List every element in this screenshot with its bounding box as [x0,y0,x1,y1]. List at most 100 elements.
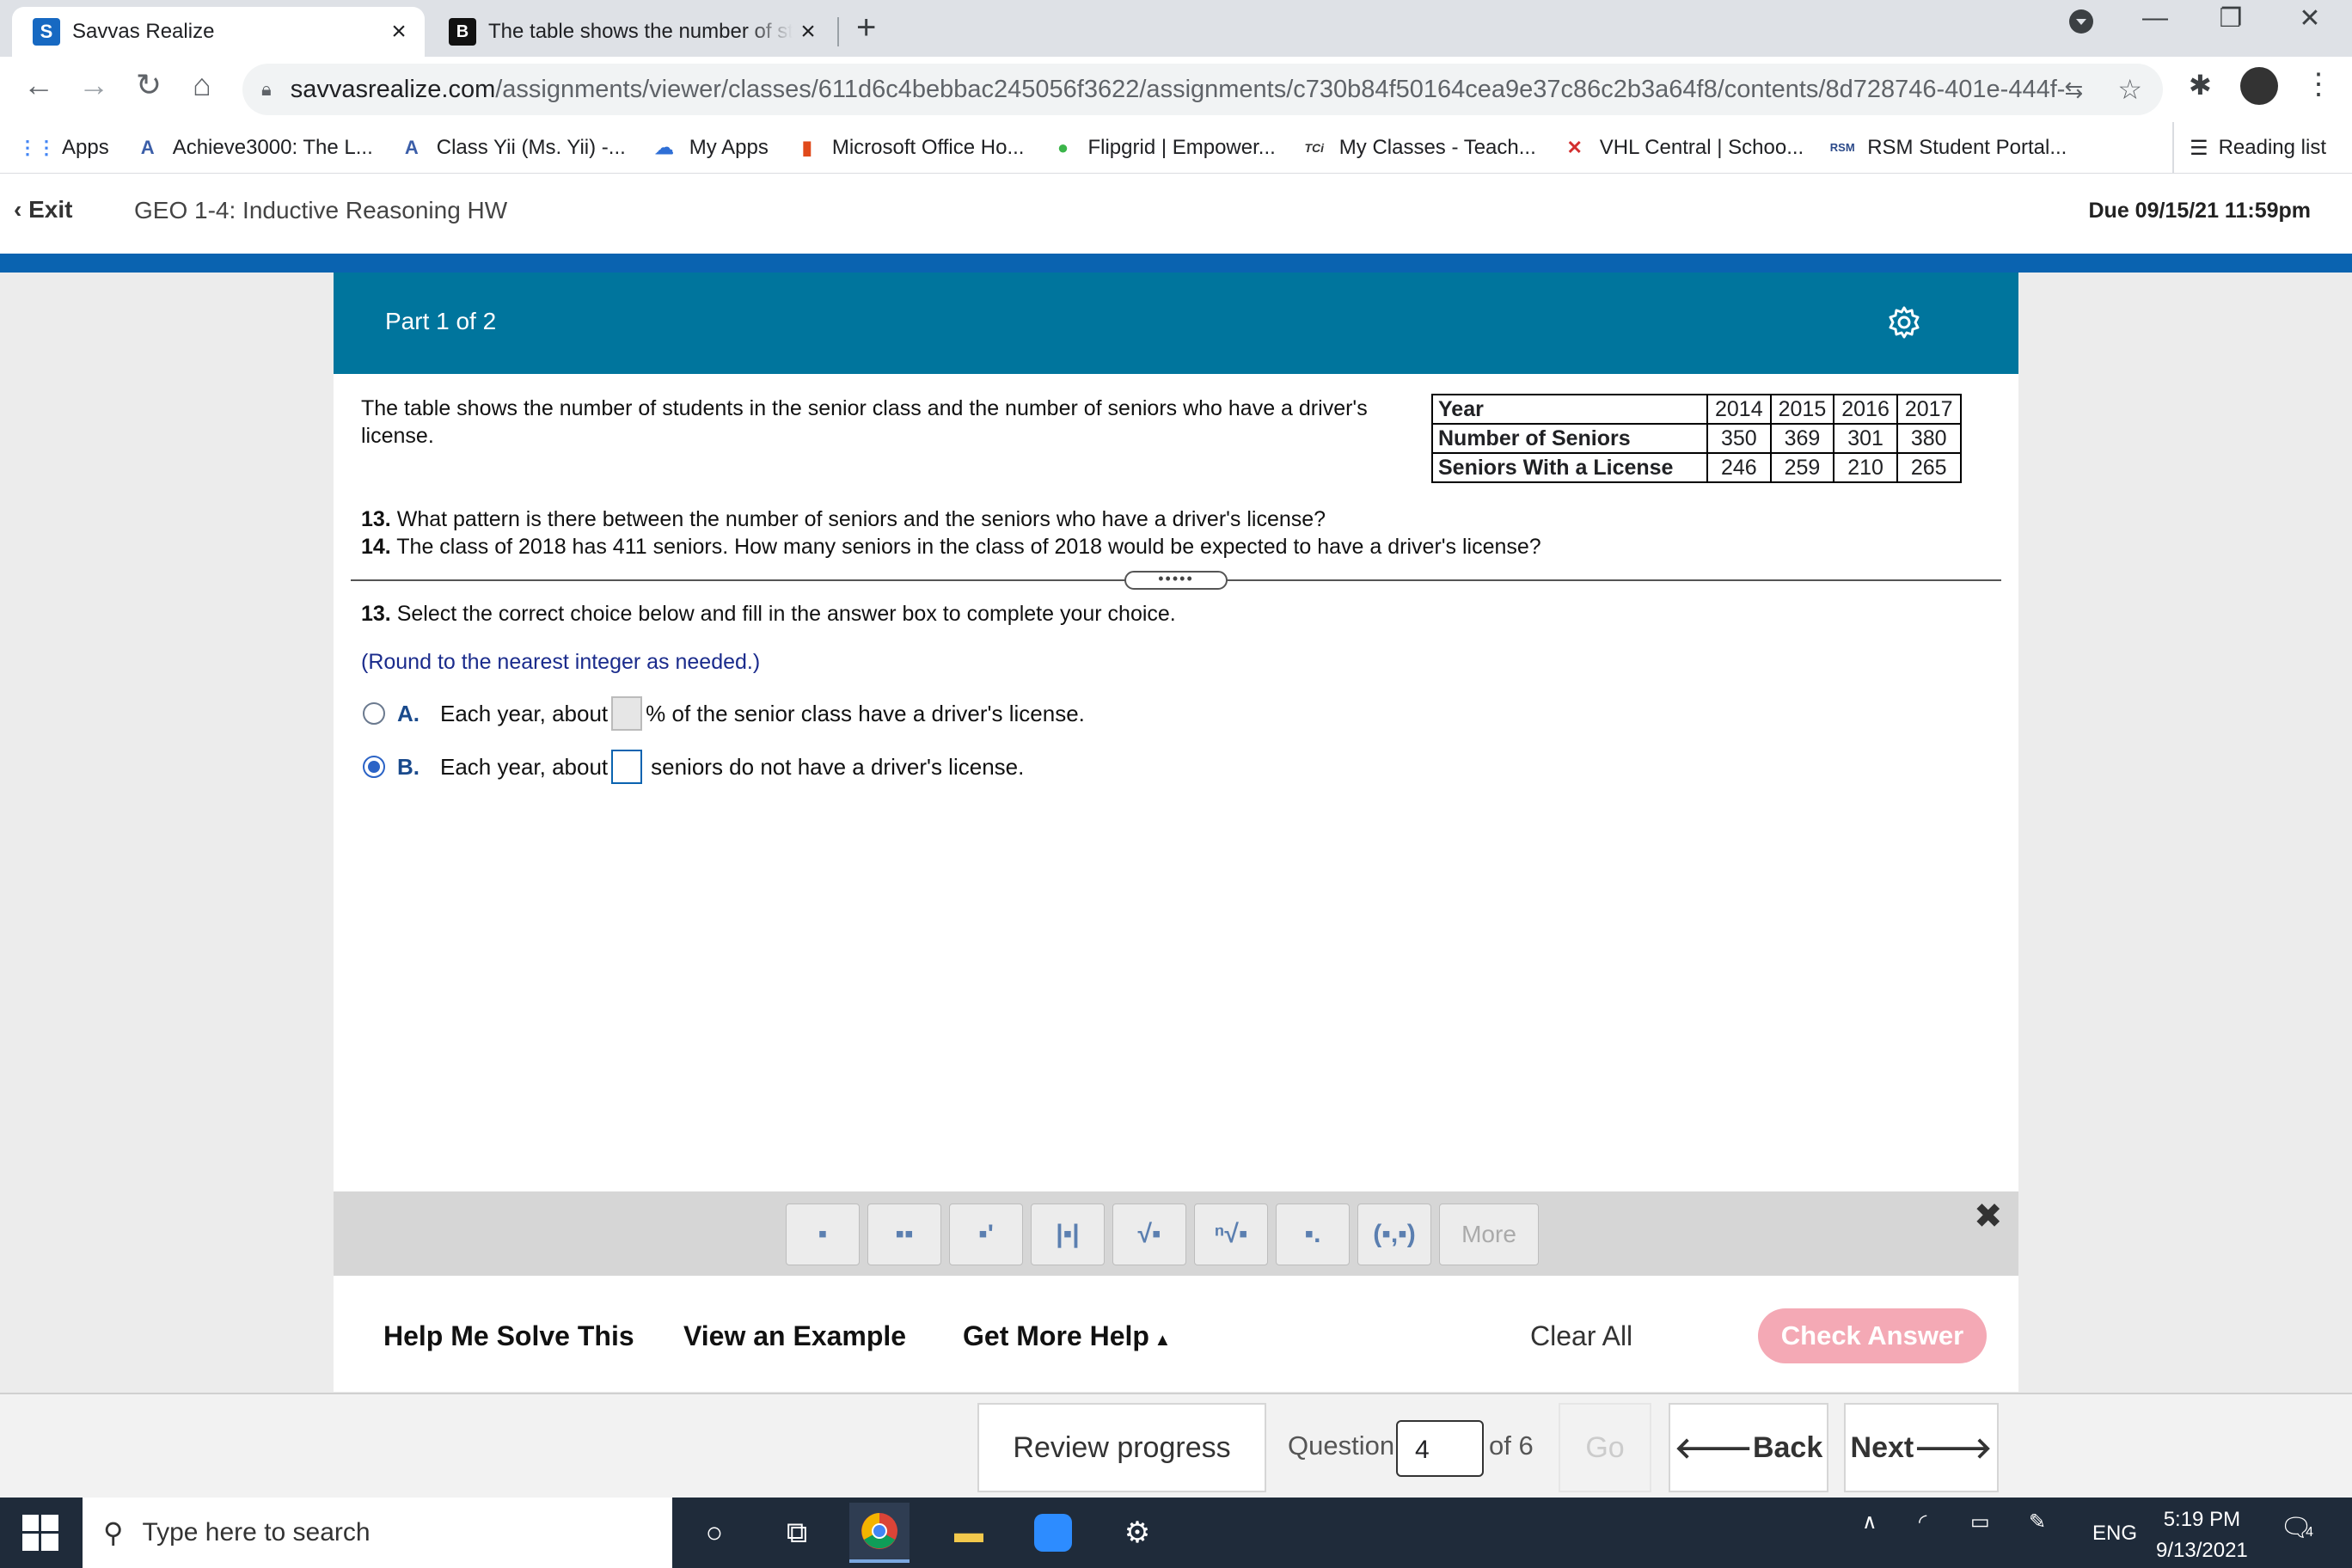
view-example-button[interactable]: View an Example [683,1320,906,1352]
settings-gear-icon[interactable] [1886,304,1922,340]
bookmark-label: Class Yii (Ms. Yii) -... [436,135,626,159]
close-tab-icon[interactable]: × [383,17,414,46]
question-number: 13. [361,602,391,626]
table-cell: 2016 [1833,394,1898,425]
mixed-number-tool-icon[interactable]: ▪▪ [867,1204,941,1265]
bookmark-tci[interactable]: TCi My Classes - Teach... [1302,135,1536,161]
restore-icon[interactable]: ❐ [2194,3,2268,34]
ordered-pair-tool-icon[interactable]: (▪,▪) [1357,1204,1431,1265]
home-icon[interactable]: ⌂ [181,67,224,103]
forward-arrow-icon[interactable]: → [72,67,115,103]
absolute-value-tool-icon[interactable]: |▪| [1031,1204,1105,1265]
file-explorer-icon[interactable]: ▬ [939,1503,999,1563]
bookmark-office[interactable]: ▮ Microsoft Office Ho... [794,135,1025,161]
choice-text: Each year, about [440,700,609,726]
bookmark-label: Flipgrid | Empower... [1087,135,1276,159]
close-toolbar-icon[interactable]: ✖ [1974,1197,2003,1236]
browser-tab-bartleby[interactable]: B The table shows the number of st × [430,7,834,57]
notification-count: 4 [2306,1525,2313,1540]
battery-icon[interactable]: ▭ [1970,1510,1990,1534]
tab-search-icon[interactable] [2044,9,2118,41]
table-row: Year 2014 2015 2016 2017 [1431,394,1962,425]
row-header: Year [1431,394,1708,425]
clock-date: 9/13/2021 [2156,1539,2248,1562]
bookmark-my-apps[interactable]: ☁ My Apps [652,135,769,161]
brand-bar [0,254,2352,273]
bookmark-apps[interactable]: ⋮⋮ Apps [18,135,109,161]
bookmark-rsm[interactable]: RSM RSM Student Portal... [1829,135,2067,161]
arrow-left-icon: 🡐 [1674,1431,1753,1465]
next-label: Next [1850,1430,1914,1464]
table-cell: 259 [1769,452,1835,483]
profile-avatar[interactable] [2240,67,2278,105]
zoom-icon[interactable] [1023,1503,1083,1563]
bookmark-achieve3000[interactable]: A Achieve3000: The L... [135,135,373,161]
back-button[interactable]: 🡐 Back [1669,1403,1828,1492]
reading-list-button[interactable]: ☰ Reading list [2172,122,2326,174]
bookmark-vhl[interactable]: ✕ VHL Central | Schoo... [1562,135,1804,161]
choice-letter: B. [397,753,420,780]
answer-box-a[interactable] [611,696,643,731]
clear-all-button[interactable]: Clear All [1530,1320,1632,1352]
clock-time: 5:19 PM [2163,1508,2241,1531]
resize-handle[interactable]: ••••• [1124,571,1228,590]
chrome-icon[interactable] [849,1503,910,1563]
exit-button[interactable]: ‹ Exit [14,196,72,224]
review-progress-button[interactable]: Review progress [977,1403,1266,1492]
choice-b[interactable]: B. Each year, about seniors do not have … [363,750,1024,784]
exponent-tool-icon[interactable]: ▪' [949,1204,1023,1265]
close-tab-icon[interactable]: × [793,17,824,46]
reload-icon[interactable]: ↻ [127,67,170,103]
address-bar[interactable]: 🔒︎ savvasrealize.com/assignments/viewer/… [242,64,2163,115]
settings-app-icon[interactable]: ⚙ [1107,1503,1167,1563]
question-number-input[interactable]: 4 [1396,1420,1484,1477]
taskbar-search[interactable]: ⚲ Type here to search [83,1498,672,1568]
radio-b[interactable] [363,756,385,778]
problem-intro: The table shows the number of students i… [361,396,1368,448]
clock[interactable]: 5:19 PM 9/13/2021 [2156,1504,2248,1566]
help-me-solve-button[interactable]: Help Me Solve This [383,1320,634,1352]
table-cell: 380 [1896,423,1962,454]
get-more-help-button[interactable]: Get More Help ▲ [963,1320,1171,1352]
bookmark-flipgrid[interactable]: ● Flipgrid | Empower... [1050,135,1276,161]
back-arrow-icon[interactable]: ← [17,67,60,103]
task-view-icon[interactable]: ⧉ [767,1503,827,1563]
nth-root-tool-icon[interactable]: ⁿ√▪ [1194,1204,1268,1265]
check-answer-button[interactable]: Check Answer [1758,1308,1987,1363]
windows-start-icon[interactable] [22,1515,58,1551]
pen-icon[interactable]: ✎ [2029,1510,2046,1534]
bookmark-star-icon[interactable]: ☆ [2117,73,2142,106]
browser-tab-savvas[interactable]: S Savvas Realize × [12,7,425,57]
go-button[interactable]: Go [1559,1403,1651,1492]
extensions-icon[interactable]: ✱ [2189,69,2212,101]
instruction-text: Select the correct choice below and fill… [396,602,1176,626]
office-icon: ▮ [801,136,812,158]
choice-text: % of the senior class have a driver's li… [646,700,1085,726]
minimize-icon[interactable]: — [2118,3,2192,33]
lock-icon: 🔒︎ [261,78,272,100]
decimal-tool-icon[interactable]: ▪. [1276,1204,1350,1265]
more-tools-button[interactable]: More [1439,1204,1539,1265]
notifications-icon[interactable]: 🗨︎4 [2280,1513,2313,1543]
cortana-icon[interactable]: ○ [684,1503,744,1563]
table-cell: 246 [1706,452,1772,483]
radio-a[interactable] [363,702,385,725]
answer-box-b[interactable] [611,750,643,784]
translate-icon[interactable]: ⇆ [2065,77,2084,103]
bookmark-class-yii[interactable]: A Class Yii (Ms. Yii) -... [399,135,626,161]
menu-kebab-icon[interactable]: ⋮ [2304,67,2333,101]
next-button[interactable]: Next 🡒 [1844,1403,1999,1492]
question-13: 13. What pattern is there between the nu… [361,505,1326,533]
tci-icon: TCi [1304,140,1325,155]
url-text[interactable]: savvasrealize.com/assignments/viewer/cla… [291,76,2065,104]
close-window-icon[interactable]: ✕ [2273,3,2347,34]
bookmark-label: My Classes - Teach... [1338,135,1536,159]
new-tab-icon[interactable]: + [856,9,876,47]
square-root-tool-icon[interactable]: √▪ [1112,1204,1186,1265]
language-indicator[interactable]: ENG [2092,1522,2137,1546]
chevron-up-icon[interactable]: ∧ [1862,1510,1877,1534]
choice-a[interactable]: A. Each year, about % of the senior clas… [363,696,1085,731]
fraction-tool-icon[interactable]: ▪ [786,1204,860,1265]
wifi-icon[interactable]: ◜ [1919,1510,1926,1534]
row-header: Seniors With a License [1431,452,1708,483]
